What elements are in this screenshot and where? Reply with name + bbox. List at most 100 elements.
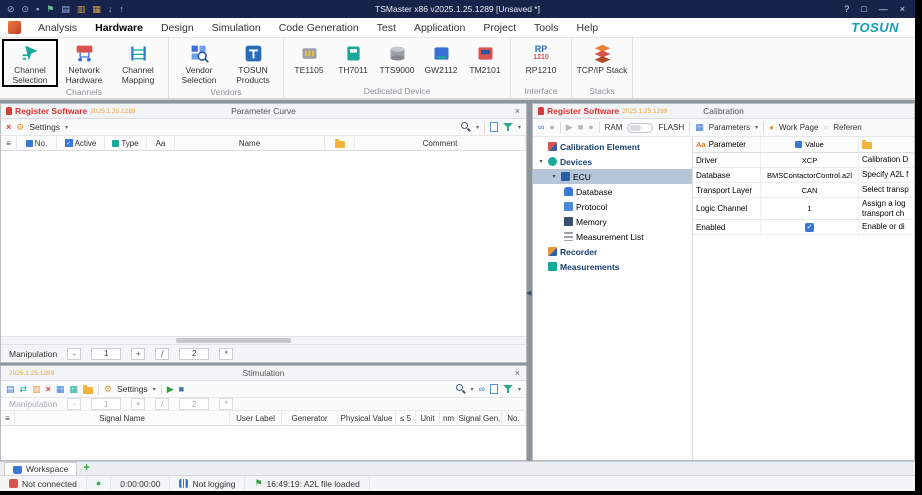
column-physical-value[interactable]: Physical Value <box>338 411 396 425</box>
record-icon[interactable]: ● <box>549 123 554 132</box>
step-value-field[interactable]: 1 <box>91 398 122 410</box>
tree-item-database[interactable]: Database <box>533 184 692 199</box>
stimulation-table-body[interactable] <box>1 426 526 460</box>
table-row-driver[interactable]: Driver XCP Calibration D <box>693 153 914 168</box>
menu-project[interactable]: Project <box>474 18 525 37</box>
table-row-logic-channel[interactable]: Logic Channel 1 Assign a log transport c… <box>693 198 914 221</box>
row-handle-column[interactable]: ≡ <box>1 411 15 425</box>
record-icon[interactable]: ⊙ <box>22 4 30 14</box>
app-icon[interactable] <box>8 21 21 34</box>
folder-icon[interactable] <box>82 384 93 394</box>
scrollbar-thumb[interactable] <box>176 338 291 343</box>
expander-icon[interactable]: ▾ <box>537 158 545 165</box>
parameters-dropdown[interactable]: Parameters <box>709 123 750 132</box>
workspace-tab[interactable]: Workspace <box>4 462 78 475</box>
collapse-arrow-icon[interactable]: ◀ <box>526 289 531 297</box>
column-nm[interactable]: nm <box>440 411 458 425</box>
tree-item-recorder[interactable]: Recorder <box>533 244 692 259</box>
divide-button[interactable]: / <box>155 398 170 410</box>
column-name[interactable]: Name <box>175 136 325 150</box>
play-icon[interactable]: ▶ <box>167 384 174 394</box>
minimize-button[interactable]: — <box>879 4 888 14</box>
close-panel-icon[interactable]: × <box>509 106 526 116</box>
gw2112-button[interactable]: GW2112 <box>419 40 463 76</box>
panel-splitter[interactable]: ◀ <box>526 103 532 461</box>
filter-icon[interactable] <box>502 122 513 132</box>
chevron-down-icon[interactable]: ▾ <box>65 124 68 131</box>
search-icon[interactable] <box>460 122 471 132</box>
horizontal-scrollbar[interactable] <box>1 336 526 344</box>
chevron-down-icon[interactable]: ▾ <box>755 124 758 131</box>
link-icon[interactable]: ⊘ <box>7 4 15 14</box>
column-unit[interactable]: Unit <box>416 411 440 425</box>
ram-flash-toggle[interactable] <box>627 122 654 133</box>
tree-item-ecu[interactable]: ▾ ECU <box>533 169 692 184</box>
column-value[interactable]: Value <box>761 137 859 152</box>
tts9000-button[interactable]: TTS9000 <box>375 40 419 76</box>
register-software-label[interactable]: Register Software <box>15 106 87 116</box>
work-page-option[interactable]: Work Page <box>779 123 818 132</box>
close-button[interactable]: × <box>900 4 905 14</box>
search-icon[interactable] <box>455 384 466 394</box>
column-description[interactable] <box>859 137 914 152</box>
vendor-selection-button[interactable]: Vendor Selection <box>172 40 226 86</box>
column-signal-gen[interactable]: Signal Gen. <box>458 411 502 425</box>
column-type[interactable]: Type <box>105 136 147 150</box>
menu-hardware[interactable]: Hardware <box>86 18 152 37</box>
reference-page-radio-icon[interactable]: ○ <box>823 123 828 132</box>
tree-item-calibration-element[interactable]: Calibration Element <box>533 139 692 154</box>
table-row-database[interactable]: Database BMSContactorControl.a2l Specify… <box>693 168 914 183</box>
parameter-curve-table-body[interactable] <box>1 151 526 336</box>
tm2101-button[interactable]: TM2101 <box>463 40 507 76</box>
divide-button[interactable]: / <box>155 347 170 360</box>
menu-application[interactable]: Application <box>405 18 474 37</box>
link-icon[interactable]: ∞ <box>479 384 485 394</box>
menu-analysis[interactable]: Analysis <box>29 18 86 37</box>
decrement-button[interactable]: - <box>67 347 82 360</box>
table-row-enabled[interactable]: Enabled ✓ Enable or di <box>693 220 914 236</box>
tree-item-protocol[interactable]: Protocol <box>533 199 692 214</box>
step-value-field[interactable]: 1 <box>91 347 122 360</box>
channel-mapping-button[interactable]: Channel Mapping <box>111 40 165 86</box>
column-comment[interactable]: Comment <box>355 136 526 150</box>
work-page-radio-icon[interactable]: ● <box>769 123 774 132</box>
swap-icon[interactable]: ⇄ <box>20 384 28 394</box>
tree-item-measurements[interactable]: Measurements <box>533 259 692 274</box>
calendar2-icon[interactable]: ▦ <box>69 384 78 394</box>
increment-button[interactable]: + <box>131 347 146 360</box>
page-icon[interactable] <box>489 384 498 394</box>
column-no[interactable]: No. <box>17 136 57 150</box>
logging-status[interactable]: Not logging <box>170 476 246 491</box>
menu-tools[interactable]: Tools <box>525 18 568 37</box>
decrement-button[interactable]: - <box>67 398 82 410</box>
delete-icon[interactable]: × <box>6 122 11 132</box>
row-handle-column[interactable]: ≡ <box>1 136 17 150</box>
increment-button[interactable]: + <box>131 398 146 410</box>
settings-button[interactable]: Settings <box>117 384 148 394</box>
connection-status[interactable]: Not connected <box>0 476 87 491</box>
column-aa[interactable]: Aa <box>147 136 175 150</box>
factor-value-field[interactable]: 2 <box>179 398 210 410</box>
link-icon[interactable]: ∞ <box>538 123 544 132</box>
menu-simulation[interactable]: Simulation <box>203 18 270 37</box>
stop-icon[interactable]: ■ <box>179 384 184 394</box>
tcpip-stack-button[interactable]: TCP/IP Stack <box>575 40 629 76</box>
download-icon[interactable]: ↓ <box>108 4 113 14</box>
menu-code-generation[interactable]: Code Generation <box>270 18 368 37</box>
save-icon[interactable]: ▥ <box>77 4 86 14</box>
maximize-button[interactable]: □ <box>861 4 866 14</box>
chevron-down-icon[interactable]: ▾ <box>471 386 474 393</box>
save-all-icon[interactable]: ▦ <box>92 4 101 14</box>
help-button[interactable]: ? <box>844 4 849 14</box>
chevron-down-icon[interactable]: ▾ <box>518 386 521 393</box>
export-icon[interactable]: ▤ <box>6 384 15 394</box>
flag-icon[interactable]: ⚑ <box>46 4 54 14</box>
channel-selection-button[interactable]: Channel Selection <box>2 39 58 87</box>
value-cell[interactable]: CAN <box>761 183 859 197</box>
reference-page-option[interactable]: Referen <box>833 123 861 132</box>
column-generator[interactable]: Generator <box>282 411 338 425</box>
enabled-checkbox[interactable]: ✓ <box>805 222 814 232</box>
tree-item-devices[interactable]: ▾ Devices <box>533 154 692 169</box>
calendar-icon[interactable]: ▦ <box>56 384 65 394</box>
close-panel-icon[interactable]: × <box>509 368 526 378</box>
